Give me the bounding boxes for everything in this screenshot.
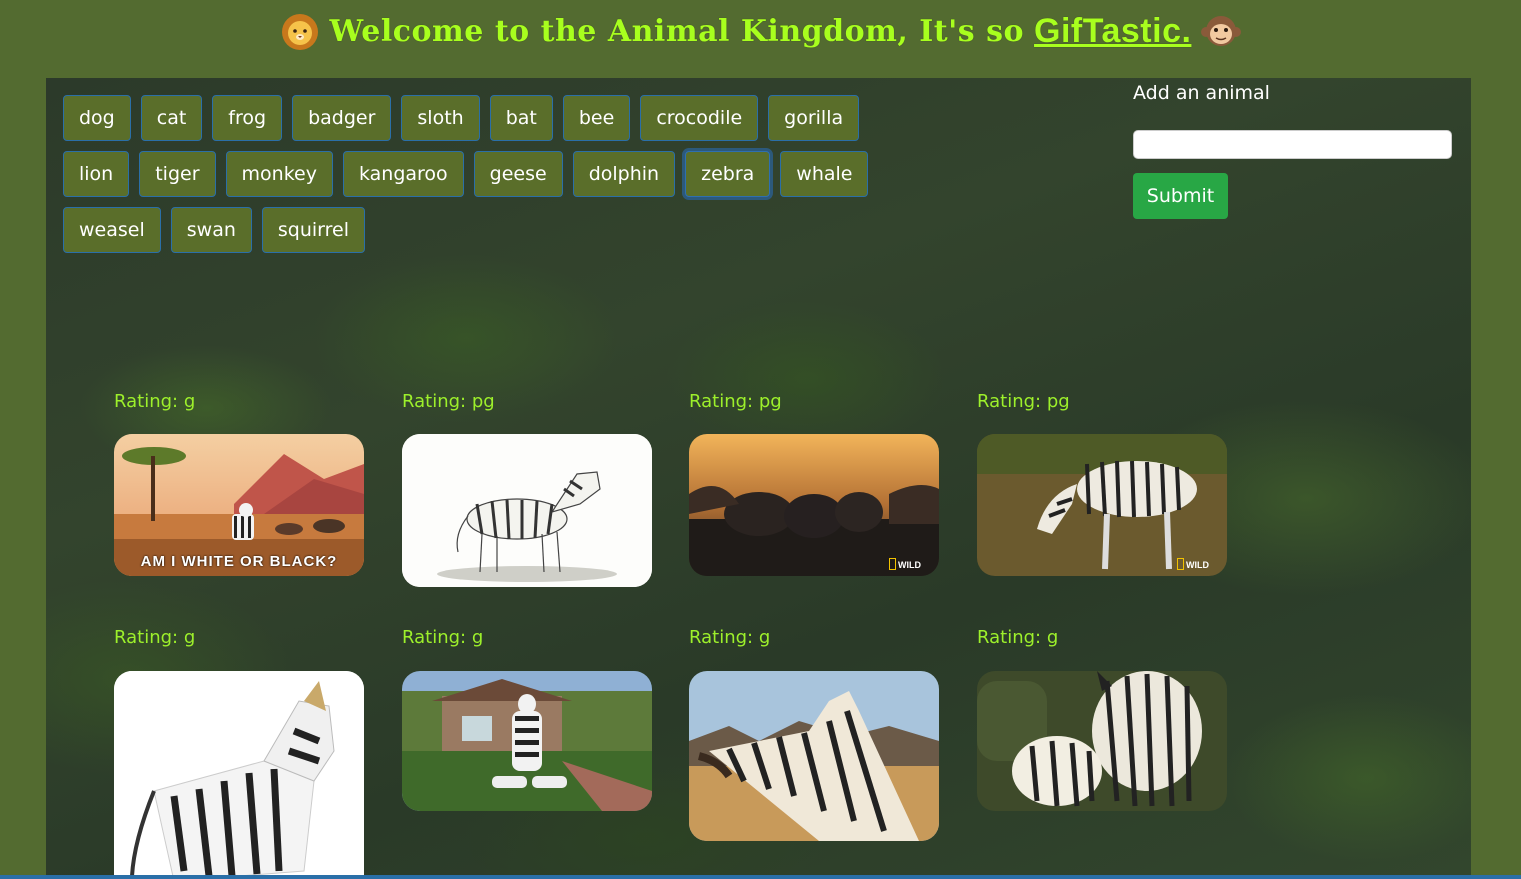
animal-button-tiger[interactable]: tiger — [139, 151, 216, 197]
animal-button-bee[interactable]: bee — [562, 95, 631, 141]
gif-rating: Rating: g — [114, 391, 196, 412]
watermark: WILD — [1177, 558, 1209, 570]
paper-zebra-image — [114, 671, 364, 879]
gif-rating: Rating: g — [114, 627, 196, 648]
animal-button-dolphin[interactable]: dolphin — [572, 151, 676, 197]
animal-button-geese[interactable]: geese — [473, 151, 563, 197]
gif-card: Rating: g — [977, 627, 1227, 811]
gif-image[interactable] — [402, 671, 652, 811]
gif-card: Rating: pg — [977, 391, 1227, 576]
gif-card: Rating: pg — [402, 391, 652, 587]
zebra-painted-hand-image — [689, 671, 939, 841]
button-row-3: weasel swan squirrel — [63, 207, 863, 253]
gif-rating: Rating: pg — [689, 391, 782, 412]
main-panel: dog cat frog badger sloth bat bee crocod… — [46, 78, 1471, 879]
monkey-face-icon — [1201, 16, 1242, 46]
gif-card: Rating: g AM I WHITE OR BLACK? — [114, 391, 364, 576]
zebra-mother-foal-image — [977, 671, 1227, 811]
zebras-at-sunset-image — [689, 434, 939, 576]
animal-button-zebra[interactable]: zebra — [685, 151, 771, 197]
animal-button-group: dog cat frog badger sloth bat bee crocod… — [63, 95, 869, 263]
gif-image[interactable] — [689, 671, 939, 841]
animal-button-lion[interactable]: lion — [63, 151, 130, 197]
animal-button-squirrel[interactable]: squirrel — [261, 207, 365, 253]
gif-image[interactable] — [114, 671, 364, 879]
zebra-grazing-image — [977, 434, 1227, 576]
gif-rating: Rating: g — [977, 627, 1059, 648]
animal-button-dog[interactable]: dog — [63, 95, 131, 141]
page-title: Welcome to the Animal Kingdom, It's so G… — [280, 11, 1242, 51]
animal-button-crocodile[interactable]: crocodile — [640, 95, 759, 141]
animal-button-cat[interactable]: cat — [140, 95, 203, 141]
giftastic-link[interactable]: GifTastic. — [1034, 12, 1191, 51]
gif-image[interactable] — [977, 671, 1227, 811]
animal-button-monkey[interactable]: monkey — [225, 151, 333, 197]
animal-button-whale[interactable]: whale — [780, 151, 869, 197]
gif-rating: Rating: g — [402, 627, 484, 648]
button-row-1: dog cat frog badger sloth bat bee crocod… — [63, 95, 863, 141]
gif-image[interactable]: WILD — [977, 434, 1227, 576]
animal-button-kangaroo[interactable]: kangaroo — [342, 151, 464, 197]
add-animal-input[interactable] — [1133, 130, 1452, 159]
animal-button-frog[interactable]: frog — [212, 95, 283, 141]
watermark: WILD — [889, 558, 921, 570]
gif-rating: Rating: pg — [977, 391, 1070, 412]
gif-card: Rating: pg WILD — [689, 391, 939, 576]
bottom-border — [0, 875, 1521, 879]
animal-button-badger[interactable]: badger — [292, 95, 392, 141]
gif-rating: Rating: pg — [402, 391, 495, 412]
gif-rating: Rating: g — [689, 627, 771, 648]
gif-card: Rating: g — [689, 627, 939, 841]
submit-button[interactable]: Submit — [1133, 173, 1228, 219]
gif-image[interactable] — [402, 434, 652, 587]
zebra-costume-yard-image — [402, 671, 652, 811]
add-animal-label: Add an animal — [1133, 82, 1270, 104]
gif-image[interactable]: WILD — [689, 434, 939, 576]
zebra-sketch-image — [402, 434, 652, 587]
animal-button-weasel[interactable]: weasel — [63, 207, 161, 253]
gif-image[interactable]: AM I WHITE OR BLACK? — [114, 434, 364, 576]
add-animal-form: Add an animal Submit — [1133, 82, 1453, 219]
animal-button-sloth[interactable]: sloth — [401, 95, 480, 141]
animal-button-gorilla[interactable]: gorilla — [768, 95, 860, 141]
lion-face-icon — [281, 14, 318, 50]
animal-button-bat[interactable]: bat — [489, 95, 553, 141]
gif-card: Rating: g — [114, 627, 364, 879]
animal-button-swan[interactable]: swan — [170, 207, 252, 253]
title-text: Welcome to the Animal Kingdom, It's so — [329, 13, 1025, 49]
button-row-2: lion tiger monkey kangaroo geese dolphin… — [63, 151, 869, 197]
gif-card: Rating: g — [402, 627, 652, 811]
page-header: Welcome to the Animal Kingdom, It's so G… — [0, 0, 1521, 62]
gif-caption: AM I WHITE OR BLACK? — [140, 553, 338, 570]
